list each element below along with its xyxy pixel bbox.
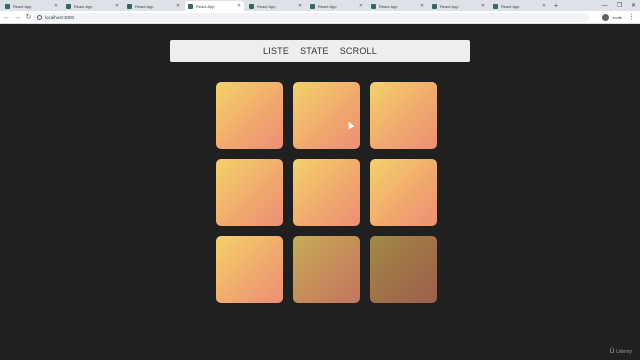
tab-title: React App bbox=[257, 3, 276, 9]
back-arrow-icon[interactable]: ← bbox=[2, 14, 11, 21]
grid-tile[interactable] bbox=[216, 159, 283, 226]
maximize-icon[interactable]: ❐ bbox=[617, 2, 622, 9]
nav-link-scroll[interactable]: SCROLL bbox=[340, 46, 377, 56]
watermark-text: Udemy bbox=[616, 349, 632, 355]
tab-title: React App bbox=[196, 3, 215, 9]
browser-tab[interactable]: React App ✕ bbox=[2, 1, 61, 11]
browser-tab[interactable]: React App ✕ bbox=[429, 1, 488, 11]
avatar bbox=[602, 14, 610, 21]
browser-tab-active[interactable]: React App ✕ bbox=[185, 1, 244, 11]
tab-title: React App bbox=[318, 3, 337, 9]
react-favicon-icon bbox=[249, 3, 254, 9]
window-controls: — ❐ ✕ bbox=[602, 0, 636, 11]
tab-close-icon[interactable]: ✕ bbox=[53, 3, 59, 9]
reload-icon[interactable]: ↻ bbox=[24, 13, 33, 21]
react-favicon-icon bbox=[493, 3, 498, 9]
grid-tile[interactable] bbox=[370, 82, 437, 149]
profile-button[interactable]: Invité bbox=[602, 14, 622, 21]
tab-close-icon[interactable]: ✕ bbox=[175, 3, 181, 9]
browser-tab[interactable]: React App ✕ bbox=[368, 1, 427, 11]
tab-title: React App bbox=[74, 3, 93, 9]
tab-title: React App bbox=[135, 3, 154, 9]
grid-tile[interactable] bbox=[293, 159, 360, 226]
browser-tab[interactable]: React App ✕ bbox=[63, 1, 122, 11]
udemy-logo-icon: Ü bbox=[609, 349, 615, 355]
browser-tab[interactable]: React App ✕ bbox=[124, 1, 183, 11]
nav-link-liste[interactable]: LISTE bbox=[263, 46, 289, 56]
url-text: localhost:3000 bbox=[45, 15, 75, 20]
tab-close-icon[interactable]: ✕ bbox=[480, 3, 486, 9]
forward-arrow-icon[interactable]: → bbox=[13, 14, 22, 21]
app-page: LISTE STATE SCROLL Ü Udemy bbox=[0, 25, 640, 360]
tab-title: React App bbox=[501, 3, 520, 9]
new-tab-button[interactable]: + bbox=[551, 1, 561, 11]
nav-link-state[interactable]: STATE bbox=[300, 46, 329, 56]
tab-title: React App bbox=[440, 3, 459, 9]
grid-tile[interactable] bbox=[370, 159, 437, 226]
react-favicon-icon bbox=[5, 3, 10, 9]
browser-tab-bar: React App ✕ React App ✕ React App ✕ React A… bbox=[0, 0, 640, 11]
minimize-icon[interactable]: — bbox=[602, 3, 608, 9]
grid-tile[interactable] bbox=[293, 236, 360, 303]
tab-close-icon[interactable]: ✕ bbox=[236, 3, 242, 9]
udemy-watermark: Ü Udemy bbox=[610, 349, 632, 355]
react-favicon-icon bbox=[432, 3, 437, 9]
top-navbar: LISTE STATE SCROLL bbox=[170, 40, 470, 62]
grid-tile[interactable] bbox=[370, 236, 437, 303]
browser-tab[interactable]: React App ✕ bbox=[490, 1, 549, 11]
profile-name: Invité bbox=[612, 15, 622, 20]
site-info-icon[interactable] bbox=[37, 15, 42, 20]
react-favicon-icon bbox=[371, 3, 376, 9]
tab-title: React App bbox=[13, 3, 32, 9]
address-bar[interactable]: localhost:3000 bbox=[33, 13, 589, 22]
grid-tile[interactable] bbox=[293, 82, 360, 149]
tab-close-icon[interactable]: ✕ bbox=[358, 3, 364, 9]
tab-close-icon[interactable]: ✕ bbox=[541, 3, 547, 9]
browser-menu-icon[interactable]: ⋮ bbox=[628, 13, 635, 21]
browser-toolbar: ← → ↻ localhost:3000 Invité ⋮ bbox=[0, 11, 640, 24]
react-favicon-icon bbox=[188, 3, 193, 9]
grid-tile[interactable] bbox=[216, 236, 283, 303]
tab-close-icon[interactable]: ✕ bbox=[114, 3, 120, 9]
tab-close-icon[interactable]: ✕ bbox=[297, 3, 303, 9]
tab-close-icon[interactable]: ✕ bbox=[419, 3, 425, 9]
browser-tab[interactable]: React App ✕ bbox=[246, 1, 305, 11]
close-window-icon[interactable]: ✕ bbox=[631, 2, 636, 9]
react-favicon-icon bbox=[310, 3, 315, 9]
react-favicon-icon bbox=[66, 3, 71, 9]
tile-grid bbox=[216, 82, 438, 303]
browser-tab[interactable]: React App ✕ bbox=[307, 1, 366, 11]
react-favicon-icon bbox=[127, 3, 132, 9]
grid-tile[interactable] bbox=[216, 82, 283, 149]
tab-title: React App bbox=[379, 3, 398, 9]
